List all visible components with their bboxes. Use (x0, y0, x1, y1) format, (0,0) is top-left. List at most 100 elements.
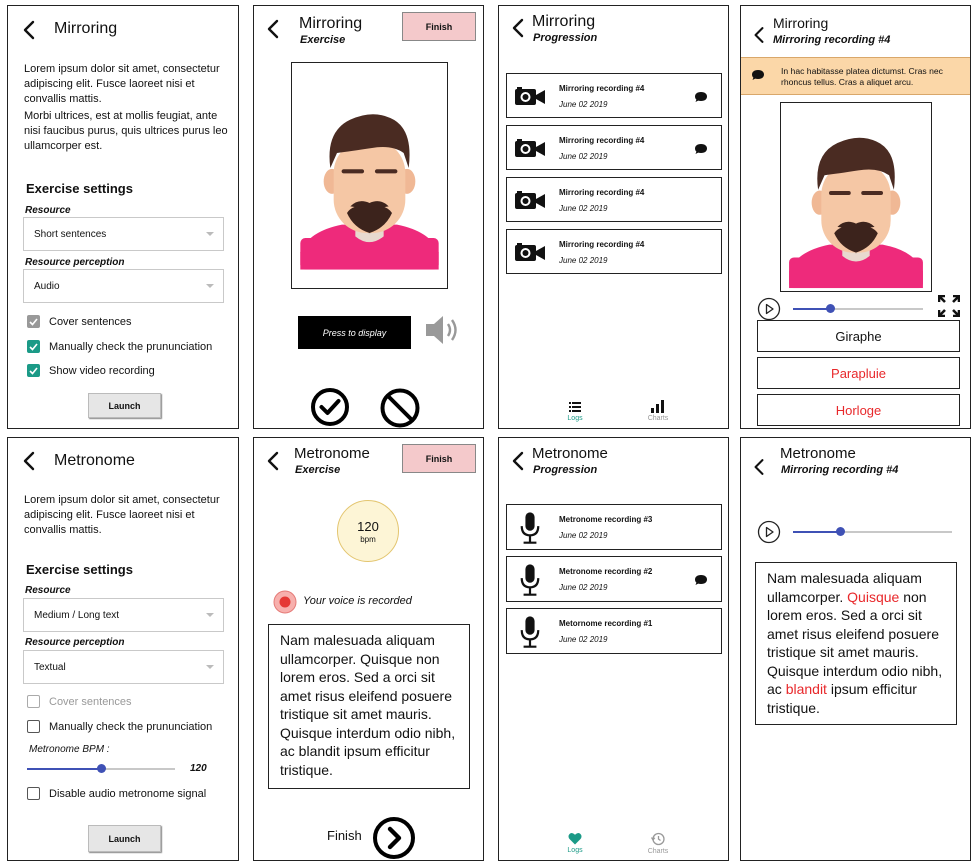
finish-text: Finish (327, 828, 362, 843)
comment-text: In hac habitasse platea dictumst. Cras n… (781, 66, 943, 87)
disable-metronome-checkbox[interactable]: Disable audio metronome signal (27, 787, 206, 800)
resource-select[interactable]: Short sentences (23, 217, 224, 251)
recording-date: June 02 2019 (559, 100, 608, 109)
recording-name: Mirroring recording #4 (559, 188, 645, 197)
recording-date: June 02 2019 (559, 531, 608, 540)
bpm-slider-thumb[interactable] (96, 764, 106, 773)
playback-slider-thumb[interactable] (826, 304, 836, 313)
back-chevron-icon[interactable] (266, 19, 280, 39)
resource-select[interactable]: Medium / Long text (23, 598, 224, 632)
recording-date: June 02 2019 (559, 152, 608, 161)
checkbox-label: Disable audio metronome signal (49, 787, 207, 800)
resource-select-value: Medium / Long text (34, 609, 120, 621)
avatar-frame (780, 102, 932, 292)
bpm-value: 120 (190, 763, 207, 774)
screen-title: Mirroring (773, 15, 829, 31)
comment-bubble-icon (694, 143, 708, 155)
tab-charts[interactable]: Charts (645, 399, 671, 422)
bpm-indicator-value: 120 (357, 519, 379, 534)
bpm-indicator-unit: bpm (360, 535, 376, 544)
show-video-checkbox[interactable]: Show video recording (27, 364, 155, 377)
recording-name: Metronome recording #3 (559, 515, 653, 524)
back-chevron-icon[interactable] (511, 451, 525, 471)
manual-check-checkbox[interactable]: Manually check the prununciation (27, 720, 212, 733)
metronome-recording-screen: Metronome Mirroring recording #4 Nam mal… (740, 437, 971, 861)
recording-name: Mirroring recording #4 (559, 136, 645, 145)
checkmark-icon (27, 315, 40, 328)
manual-check-checkbox[interactable]: Manually check the prununciation (27, 340, 212, 353)
check-circle-icon[interactable] (310, 387, 350, 427)
mirroring-progression-screen: Mirroring Progression Mirroring recordin… (498, 5, 729, 429)
exercise-settings-heading: Exercise settings (26, 562, 133, 577)
comment-bubble-icon (694, 91, 708, 103)
back-chevron-icon[interactable] (22, 20, 36, 40)
recording-item[interactable]: Metronome recording #2 June 02 2019 (506, 556, 722, 602)
screen-title: Metronome (780, 445, 856, 462)
finish-button[interactable]: Finish (402, 444, 476, 473)
back-chevron-icon[interactable] (266, 451, 280, 471)
recording-item[interactable]: Mirroring recording #4 June 02 2019 (506, 125, 722, 170)
recording-item[interactable]: Metornome recording #1 June 02 2019 (506, 608, 722, 654)
mirroring-settings-screen: Mirroring Lorem ipsum dolor sit amet, co… (7, 5, 239, 429)
avatar-frame (291, 62, 448, 289)
screen-title: Mirroring (299, 15, 363, 32)
resource-label: Resource (25, 585, 71, 596)
list-icon (569, 402, 581, 412)
recording-name: Mirroring recording #4 (559, 84, 645, 93)
answer-option[interactable]: Giraphe (757, 320, 960, 352)
playback-slider[interactable] (793, 527, 952, 536)
video-camera-icon (514, 191, 546, 211)
checkbox-label: Cover sentences (49, 695, 132, 708)
recording-item[interactable]: Metronome recording #3 June 02 2019 (506, 504, 722, 550)
fullscreen-icon[interactable] (938, 295, 960, 317)
resource-perception-select[interactable]: Audio (23, 269, 224, 303)
bpm-slider[interactable] (27, 764, 175, 773)
cover-sentences-checkbox[interactable]: Cover sentences (27, 695, 132, 708)
press-to-display-button[interactable]: Press to display (298, 316, 411, 349)
answer-option[interactable]: Parapluie (757, 357, 960, 389)
avatar-image (292, 63, 447, 288)
checkmark-icon (27, 364, 40, 377)
cover-sentences-checkbox[interactable]: Cover sentences (27, 315, 132, 328)
description-paragraph: Lorem ipsum dolor sit amet, consectetur … (24, 63, 220, 105)
mirroring-exercise-screen: Mirroring Exercise Finish Press to displ… (253, 5, 484, 429)
resource-perception-select[interactable]: Textual (23, 650, 224, 684)
playback-slider-thumb[interactable] (836, 527, 846, 536)
speaker-icon[interactable] (424, 312, 460, 348)
finish-button[interactable]: Finish (402, 12, 476, 41)
launch-button[interactable]: Launch (88, 825, 161, 852)
tab-logs[interactable]: Logs (563, 832, 587, 854)
tab-logs-label: Logs (567, 415, 583, 422)
heart-icon (568, 833, 582, 845)
back-chevron-icon[interactable] (22, 451, 36, 471)
screen-subtitle: Progression (533, 32, 598, 44)
screen-subtitle: Exercise (300, 34, 346, 46)
back-chevron-icon[interactable] (511, 18, 525, 38)
next-arrow-icon[interactable] (372, 816, 416, 860)
checkbox-label: Show video recording (49, 364, 155, 377)
answer-option[interactable]: Horloge (757, 394, 960, 426)
recording-item[interactable]: Mirroring recording #4 June 02 2019 (506, 229, 722, 274)
tab-logs[interactable]: Logs (563, 402, 587, 422)
recording-item[interactable]: Mirroring recording #4 June 02 2019 (506, 73, 722, 118)
tab-charts[interactable]: Charts (645, 832, 671, 855)
cancel-circle-icon[interactable] (379, 387, 421, 429)
launch-button[interactable]: Launch (88, 393, 161, 418)
playback-slider[interactable] (793, 304, 923, 313)
screen-title: Metronome (532, 445, 608, 462)
back-chevron-icon[interactable] (753, 26, 765, 44)
transcript-text: Nam malesuada aliquam ullamcorper. Quisq… (755, 562, 957, 725)
screen-title: Metronome (54, 452, 135, 469)
recording-item[interactable]: Mirroring recording #4 June 02 2019 (506, 177, 722, 222)
chevron-down-icon (206, 284, 214, 288)
playback-slider-fill (793, 531, 841, 533)
press-to-display-label: Press to display (322, 327, 387, 338)
screen-title: Metronome (294, 445, 370, 462)
recording-status: Your voice is recorded (303, 595, 412, 607)
exercise-text: Nam malesuada aliquam ullamcorper. Quisq… (268, 624, 470, 789)
back-chevron-icon[interactable] (753, 458, 765, 476)
play-icon[interactable] (757, 520, 781, 544)
history-icon (650, 832, 665, 846)
tab-logs-label: Logs (567, 847, 583, 854)
play-icon[interactable] (757, 297, 781, 321)
